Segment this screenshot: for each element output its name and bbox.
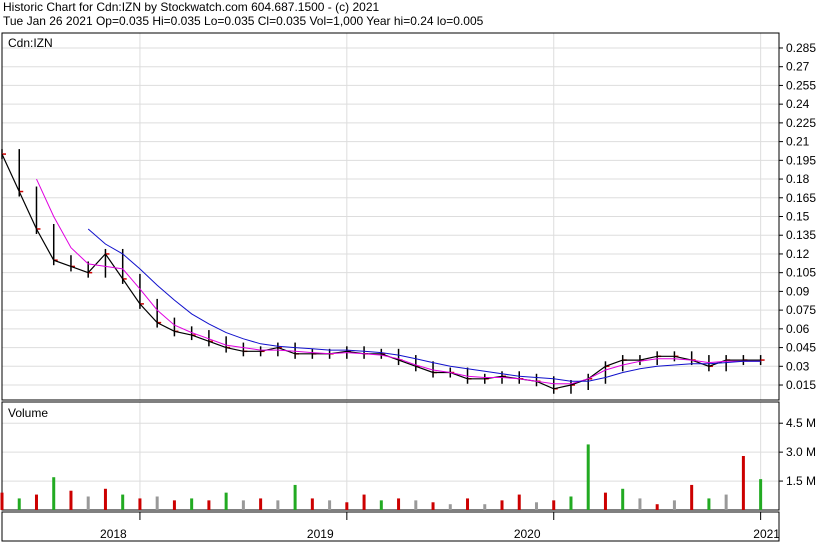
price-tick-label: 0.255 bbox=[786, 78, 816, 92]
volume-tick-label: 3.0 M bbox=[786, 445, 816, 459]
year-label: 2021 bbox=[753, 527, 780, 541]
volume-bar bbox=[52, 477, 56, 510]
price-tick-label: 0.27 bbox=[786, 60, 810, 74]
volume-bar bbox=[690, 484, 694, 510]
volume-bar bbox=[310, 498, 314, 510]
volume-bar bbox=[276, 500, 280, 510]
volume-tick-label: 4.5 M bbox=[786, 416, 816, 430]
price-tick-label: 0.12 bbox=[786, 247, 810, 261]
price-line bbox=[1, 153, 761, 390]
volume-bar bbox=[345, 502, 349, 510]
volume-bar bbox=[293, 484, 297, 510]
volume-bar bbox=[759, 479, 763, 510]
price-tick-label: 0.135 bbox=[786, 228, 816, 242]
stock-chart: Cdn:IZN Volume 0.2850.270.2550.240.2250.… bbox=[0, 32, 816, 542]
volume-bar bbox=[172, 500, 176, 510]
price-tick-label: 0.09 bbox=[786, 284, 810, 298]
volume-grid bbox=[2, 422, 779, 482]
volume-bar bbox=[138, 498, 142, 510]
price-tick-label: 0.285 bbox=[786, 41, 816, 55]
volume-bar bbox=[397, 498, 401, 510]
year-label: 2019 bbox=[307, 527, 334, 541]
volume-bar bbox=[431, 502, 435, 510]
volume-bar bbox=[207, 500, 211, 510]
volume-panel-frame bbox=[1, 401, 780, 511]
volume-bar bbox=[707, 498, 711, 510]
volume-bar bbox=[724, 494, 728, 510]
price-tick-label: 0.105 bbox=[786, 266, 816, 280]
price-tick-label: 0.045 bbox=[786, 341, 816, 355]
price-tick-label: 0.21 bbox=[786, 135, 810, 149]
volume-bar bbox=[69, 490, 73, 510]
volume-bar bbox=[190, 498, 194, 510]
volume-bar bbox=[638, 498, 642, 510]
price-tick-label: 0.03 bbox=[786, 359, 810, 373]
price-tick-label: 0.15 bbox=[786, 210, 810, 224]
price-tick-label: 0.225 bbox=[786, 116, 816, 130]
volume-bar bbox=[224, 492, 228, 510]
price-series bbox=[1, 149, 765, 394]
price-tick-label: 0.165 bbox=[786, 191, 816, 205]
volume-bar bbox=[741, 456, 745, 510]
volume-bar bbox=[621, 488, 625, 510]
price-tick-label: 0.18 bbox=[786, 172, 810, 186]
volume-bar bbox=[603, 492, 607, 510]
volume-bar bbox=[500, 500, 504, 510]
volume-label: Volume bbox=[8, 406, 48, 420]
date-axis-labels: 2018 2019 2020 2021 bbox=[100, 512, 780, 541]
volume-bar bbox=[103, 488, 107, 510]
volume-bar bbox=[259, 498, 263, 510]
price-tick-label: 0.195 bbox=[786, 153, 816, 167]
volume-bar bbox=[655, 504, 659, 510]
volume-bar bbox=[155, 496, 159, 510]
volume-bar bbox=[517, 494, 521, 510]
volume-bar bbox=[0, 492, 4, 510]
volume-bar bbox=[121, 494, 125, 510]
volume-bar bbox=[552, 500, 556, 510]
volume-bar bbox=[483, 504, 487, 510]
volume-bar bbox=[569, 496, 573, 510]
volume-bar bbox=[534, 502, 538, 510]
price-tick-label: 0.06 bbox=[786, 322, 810, 336]
price-grid bbox=[2, 33, 779, 510]
volume-bar bbox=[328, 500, 332, 510]
volume-bar bbox=[466, 498, 470, 510]
volume-bars bbox=[0, 444, 763, 510]
year-label: 2020 bbox=[514, 527, 541, 541]
volume-bar bbox=[86, 496, 90, 510]
volume-bar bbox=[17, 498, 21, 510]
price-axis-ticks: 0.285 0.27 0.255 0.24 0.225 0.21 0.195 0.18 0.16… bbox=[779, 41, 816, 392]
year-label: 2018 bbox=[100, 527, 127, 541]
price-tick-label: 0.24 bbox=[786, 97, 810, 111]
volume-axis-ticks: 4.5 M 3.0 M 1.5 M bbox=[779, 416, 816, 488]
price-tick-label: 0.075 bbox=[786, 303, 816, 317]
volume-bar bbox=[586, 444, 590, 510]
volume-bar bbox=[362, 494, 366, 510]
volume-bar bbox=[379, 500, 383, 510]
volume-bar bbox=[241, 500, 245, 510]
symbol-label: Cdn:IZN bbox=[8, 36, 53, 50]
volume-tick-label: 1.5 M bbox=[786, 474, 816, 488]
volume-bar bbox=[672, 500, 676, 510]
price-tick-label: 0.015 bbox=[786, 378, 816, 392]
volume-bar bbox=[448, 504, 452, 510]
volume-bar bbox=[34, 494, 38, 510]
volume-bar bbox=[414, 500, 418, 510]
